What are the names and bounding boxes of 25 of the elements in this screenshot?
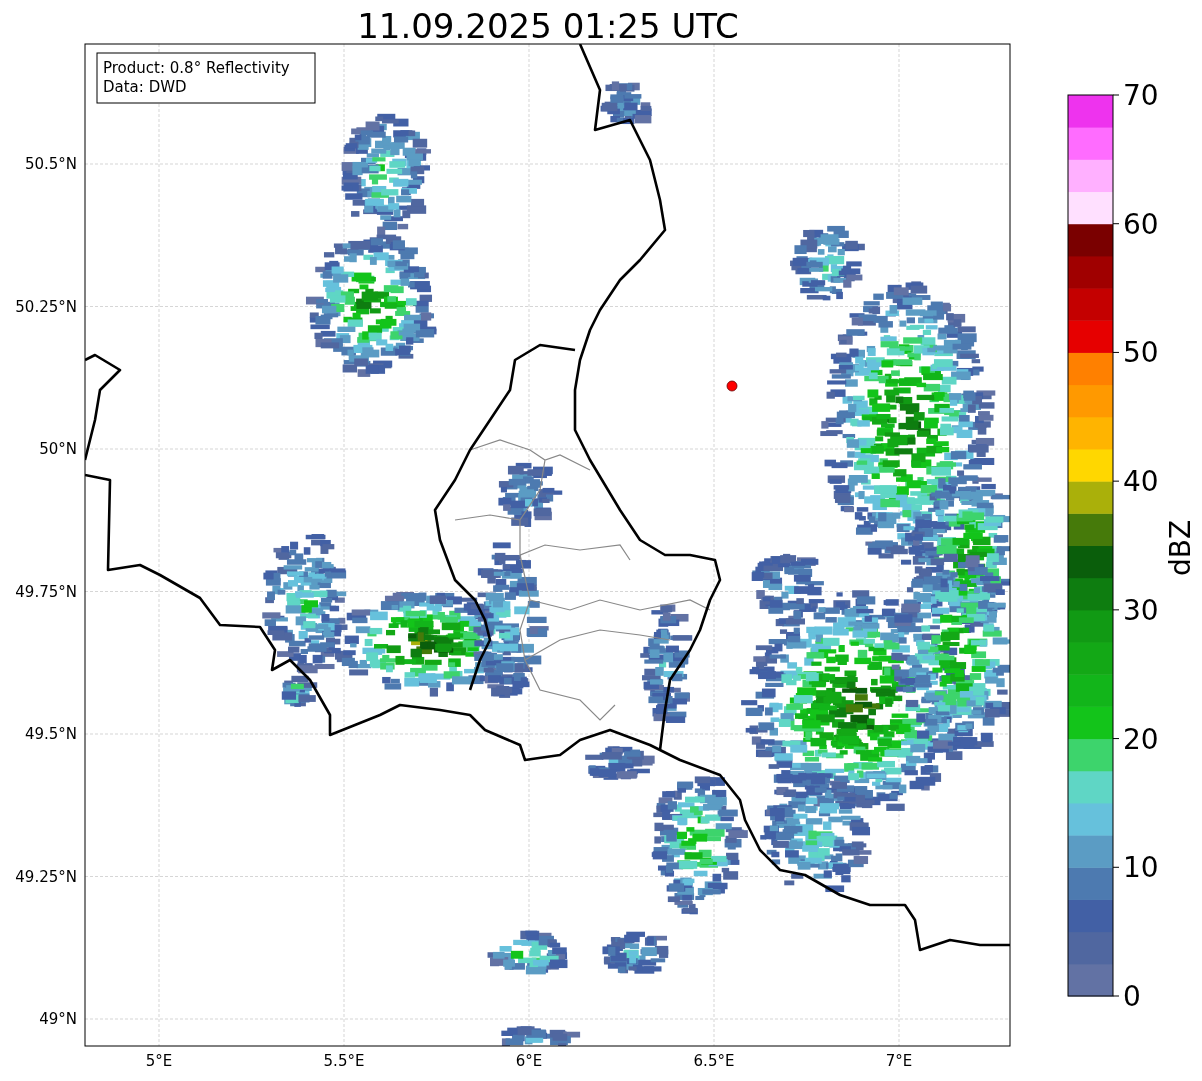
longitude-label: 6°E — [515, 1052, 543, 1070]
longitude-label: 5°E — [145, 1052, 173, 1070]
chart-title: 11.09.2025 01:25 UTC — [357, 6, 739, 46]
latitude-label: 50.5°N — [24, 155, 77, 173]
colorbar-tick-label: 10 — [1123, 851, 1159, 885]
latitude-label: 49°N — [39, 1010, 77, 1028]
longitude-label: 7°E — [885, 1052, 913, 1070]
longitude-label: 6.5°E — [693, 1052, 735, 1070]
location-marker — [726, 380, 738, 392]
info-text: Product: 0.8° Reflectivity — [103, 59, 290, 77]
colorbar-tick-label: 50 — [1123, 336, 1159, 370]
colorbar-tick-label: 0 — [1123, 980, 1141, 1013]
longitude-label: 5.5°E — [323, 1052, 365, 1070]
latitude-label: 49.75°N — [15, 582, 77, 601]
colorbar-tick-label: 60 — [1123, 207, 1159, 241]
colorbar-tick-label: 20 — [1123, 722, 1159, 756]
colorbar-label: dBZ — [1164, 519, 1197, 577]
colorbar-tick-label: 40 — [1123, 465, 1159, 499]
latitude-label: 49.25°N — [15, 867, 77, 886]
info-text: Data: DWD — [103, 78, 187, 96]
latitude-label: 50°N — [39, 440, 77, 458]
colorbar-tick-label: 70 — [1123, 79, 1159, 112]
latitude-label: 49.5°N — [24, 725, 77, 743]
colorbar-tick-label: 30 — [1123, 593, 1159, 627]
latitude-label: 50.25°N — [15, 297, 77, 316]
